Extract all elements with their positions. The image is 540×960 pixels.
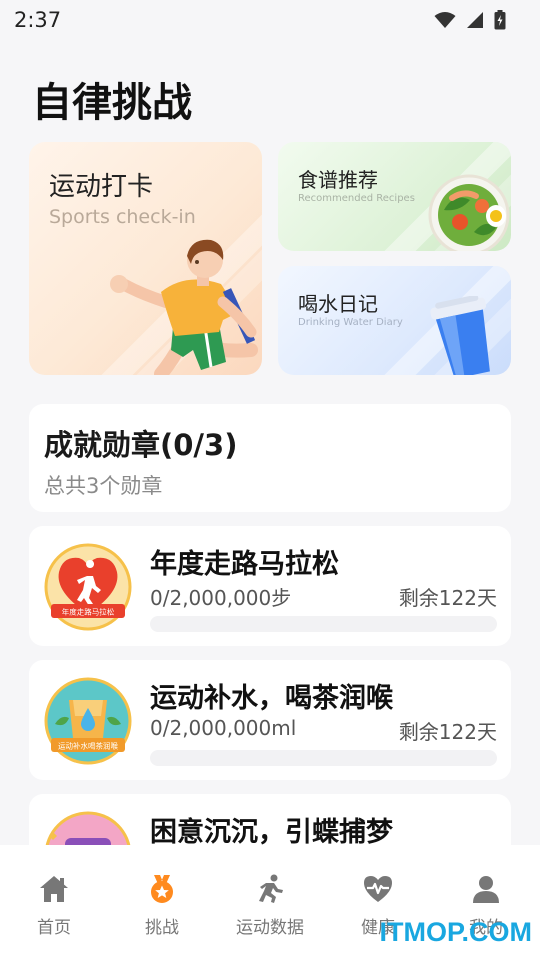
running-icon (259, 874, 283, 903)
salad-bowl-icon (428, 174, 510, 251)
home-icon (40, 876, 68, 902)
medal-progress-bar (150, 750, 497, 766)
tab-home[interactable]: 首页 (0, 845, 108, 960)
medal-name: 年度走路马拉松 (150, 549, 339, 580)
tab-label: 挑战 (145, 918, 179, 938)
tab-challenge[interactable]: 挑战 (108, 845, 216, 960)
water-card-title: 喝水日记 (298, 292, 378, 316)
recipe-card-title: 食谱推荐 (298, 168, 378, 192)
medal-icon (151, 875, 173, 903)
sports-checkin-card[interactable]: 运动打卡 Sports check-in (29, 142, 262, 375)
status-time: 2:37 (14, 8, 62, 32)
recipe-card-subtitle: Recommended Recipes (298, 193, 415, 204)
wifi-icon (434, 12, 456, 28)
status-icons (434, 10, 506, 30)
medal-item[interactable]: 年度走路马拉松 年度走路马拉松 0/2,000,000步 剩余122天 (29, 526, 511, 646)
sports-card-subtitle: Sports check-in (49, 206, 196, 228)
sports-card-title: 运动打卡 (49, 172, 154, 202)
battery-icon (494, 10, 506, 30)
page-title: 自律挑战 (32, 80, 192, 126)
medal-progress: 0/2,000,000ml (150, 716, 297, 740)
water-diary-card[interactable]: 喝水日记 Drinking Water Diary (278, 266, 511, 375)
medal-badge-text: 年度走路马拉松 (62, 607, 115, 617)
achievements-subtitle: 总共3个勋章 (44, 474, 163, 498)
tab-label: 首页 (37, 918, 71, 938)
medal-item[interactable]: 运动补水喝茶润喉 运动补水，喝茶润喉 0/2,000,000ml 剩余122天 (29, 660, 511, 780)
water-card-subtitle: Drinking Water Diary (298, 317, 403, 328)
medal-remaining: 剩余122天 (398, 720, 497, 744)
medal-name: 运动补水，喝茶润喉 (150, 683, 393, 714)
walking-marathon-medal-icon: 年度走路马拉松 (44, 543, 132, 631)
medal-badge-text: 运动补水喝茶润喉 (58, 741, 118, 751)
medal-name: 困意沉沉，引蝶捕梦 (150, 817, 393, 848)
watermark: ITMOP.COM (379, 917, 532, 947)
heart-pulse-icon (364, 876, 392, 902)
medal-progress-bar (150, 616, 497, 632)
tab-sports-data[interactable]: 运动数据 (216, 845, 324, 960)
signal-icon (467, 12, 483, 28)
medal-progress: 0/2,000,000步 (150, 586, 292, 610)
water-cup-icon (430, 296, 490, 375)
recipe-card[interactable]: 食谱推荐 Recommended Recipes (278, 142, 511, 251)
hydration-tea-medal-icon: 运动补水喝茶润喉 (44, 677, 132, 765)
runner-illustration-icon (110, 239, 258, 375)
achievements-title: 成就勋章(0/3) (44, 428, 238, 462)
achievements-summary: 成就勋章(0/3) 总共3个勋章 (29, 404, 511, 512)
tab-label: 运动数据 (236, 918, 304, 938)
medal-remaining: 剩余122天 (398, 586, 497, 610)
user-icon (473, 876, 499, 903)
status-bar: 2:37 (0, 0, 540, 40)
